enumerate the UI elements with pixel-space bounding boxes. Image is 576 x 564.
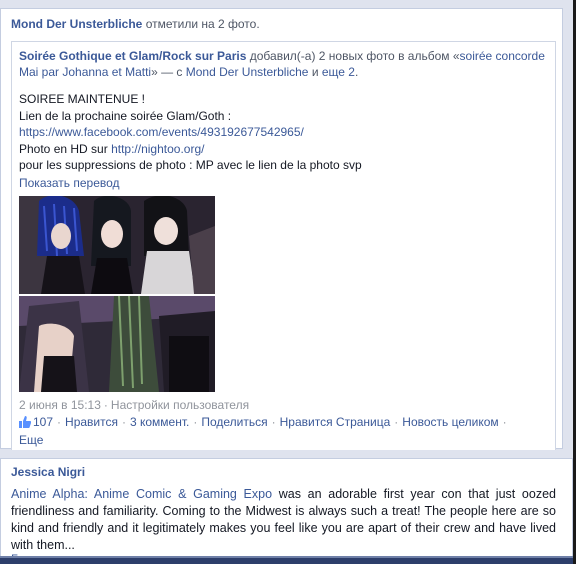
post-header: Soirée Gothique et Glam/Rock sur Paris д…: [19, 48, 549, 80]
bottom-bar: [0, 556, 576, 564]
added-photos-text: добавил(-а) 2 новых фото в альбом «: [249, 49, 460, 63]
story-header: Mond Der Unsterbliche отметили на 2 фото…: [11, 17, 260, 31]
and-text: и: [311, 65, 319, 79]
action-separator: ·: [394, 415, 399, 429]
share-link[interactable]: Поделиться: [201, 415, 267, 429]
shared-post: Soirée Gothique et Glam/Rock sur Paris д…: [11, 41, 556, 450]
story-text: Anime Alpha: Anime Comic & Gaming Expo w…: [11, 486, 556, 554]
timestamp-link[interactable]: 2 июня в 15:13: [19, 398, 101, 412]
tagged-person-link[interactable]: Mond Der Unsterbliche: [186, 65, 309, 79]
page-name-link[interactable]: Soirée Gothique et Glam/Rock sur Paris: [19, 49, 246, 63]
action-separator: ·: [193, 415, 198, 429]
action-bar: 107 · Нравится · 3 коммент. · Поделиться · Нрави…: [19, 414, 549, 448]
post-body: SOIREE MAINTENUE ! Lien de la prochaine …: [19, 91, 549, 174]
show-translation-link[interactable]: Показать перевод: [19, 176, 120, 190]
story-action-text: отметили на 2 фото.: [145, 17, 260, 31]
actor-link[interactable]: Mond Der Unsterbliche: [11, 17, 142, 31]
action-separator: ·: [57, 415, 62, 429]
period: .: [354, 65, 359, 79]
author-name-link[interactable]: Jessica Nigri: [11, 465, 85, 479]
post-line-2: Lien de la prochaine soirée Glam/Goth :: [19, 108, 232, 123]
story-card-1: Mond Der Unsterbliche отметили на 2 фото…: [0, 8, 563, 450]
like-page-link[interactable]: Нравится Страница: [280, 415, 391, 429]
like-thumb-icon: [19, 416, 32, 432]
comments-link[interactable]: 3 коммент.: [130, 415, 189, 429]
post-line-1: SOIREE MAINTENUE !: [19, 92, 146, 106]
story-card-2: Jessica Nigri Anime Alpha: Anime Comic &…: [0, 458, 573, 564]
expo-link[interactable]: Anime Alpha: Anime Comic & Gaming Expo: [11, 487, 272, 501]
action-separator: ·: [121, 415, 126, 429]
photo-2-image: [19, 296, 215, 392]
privacy-setting[interactable]: Настройки пользователя: [111, 398, 249, 412]
photo-2[interactable]: [19, 296, 215, 392]
event-link[interactable]: https://www.facebook.com/events/49319267…: [19, 125, 304, 139]
post-meta: 2 июня в 15:13 · Настройки пользователя: [19, 398, 249, 412]
like-button[interactable]: Нравится: [65, 415, 118, 429]
full-story-link[interactable]: Новость целиком: [402, 415, 498, 429]
meta-separator: ·: [103, 398, 108, 412]
post-line-5: pour les suppressions de photo : MP avec…: [19, 158, 362, 172]
nightoo-link[interactable]: http://nightoo.org/: [111, 142, 204, 156]
likes-count[interactable]: 107: [33, 415, 53, 429]
photo-1[interactable]: [19, 196, 215, 294]
action-separator: ·: [502, 415, 507, 429]
others-link[interactable]: еще 2: [322, 65, 355, 79]
post-line-4: Photo en HD sur: [19, 141, 108, 156]
album-close-text: » — с: [151, 65, 183, 79]
photo-1-image: [19, 196, 215, 294]
more-link[interactable]: Еще: [19, 433, 43, 447]
action-separator: ·: [271, 415, 276, 429]
